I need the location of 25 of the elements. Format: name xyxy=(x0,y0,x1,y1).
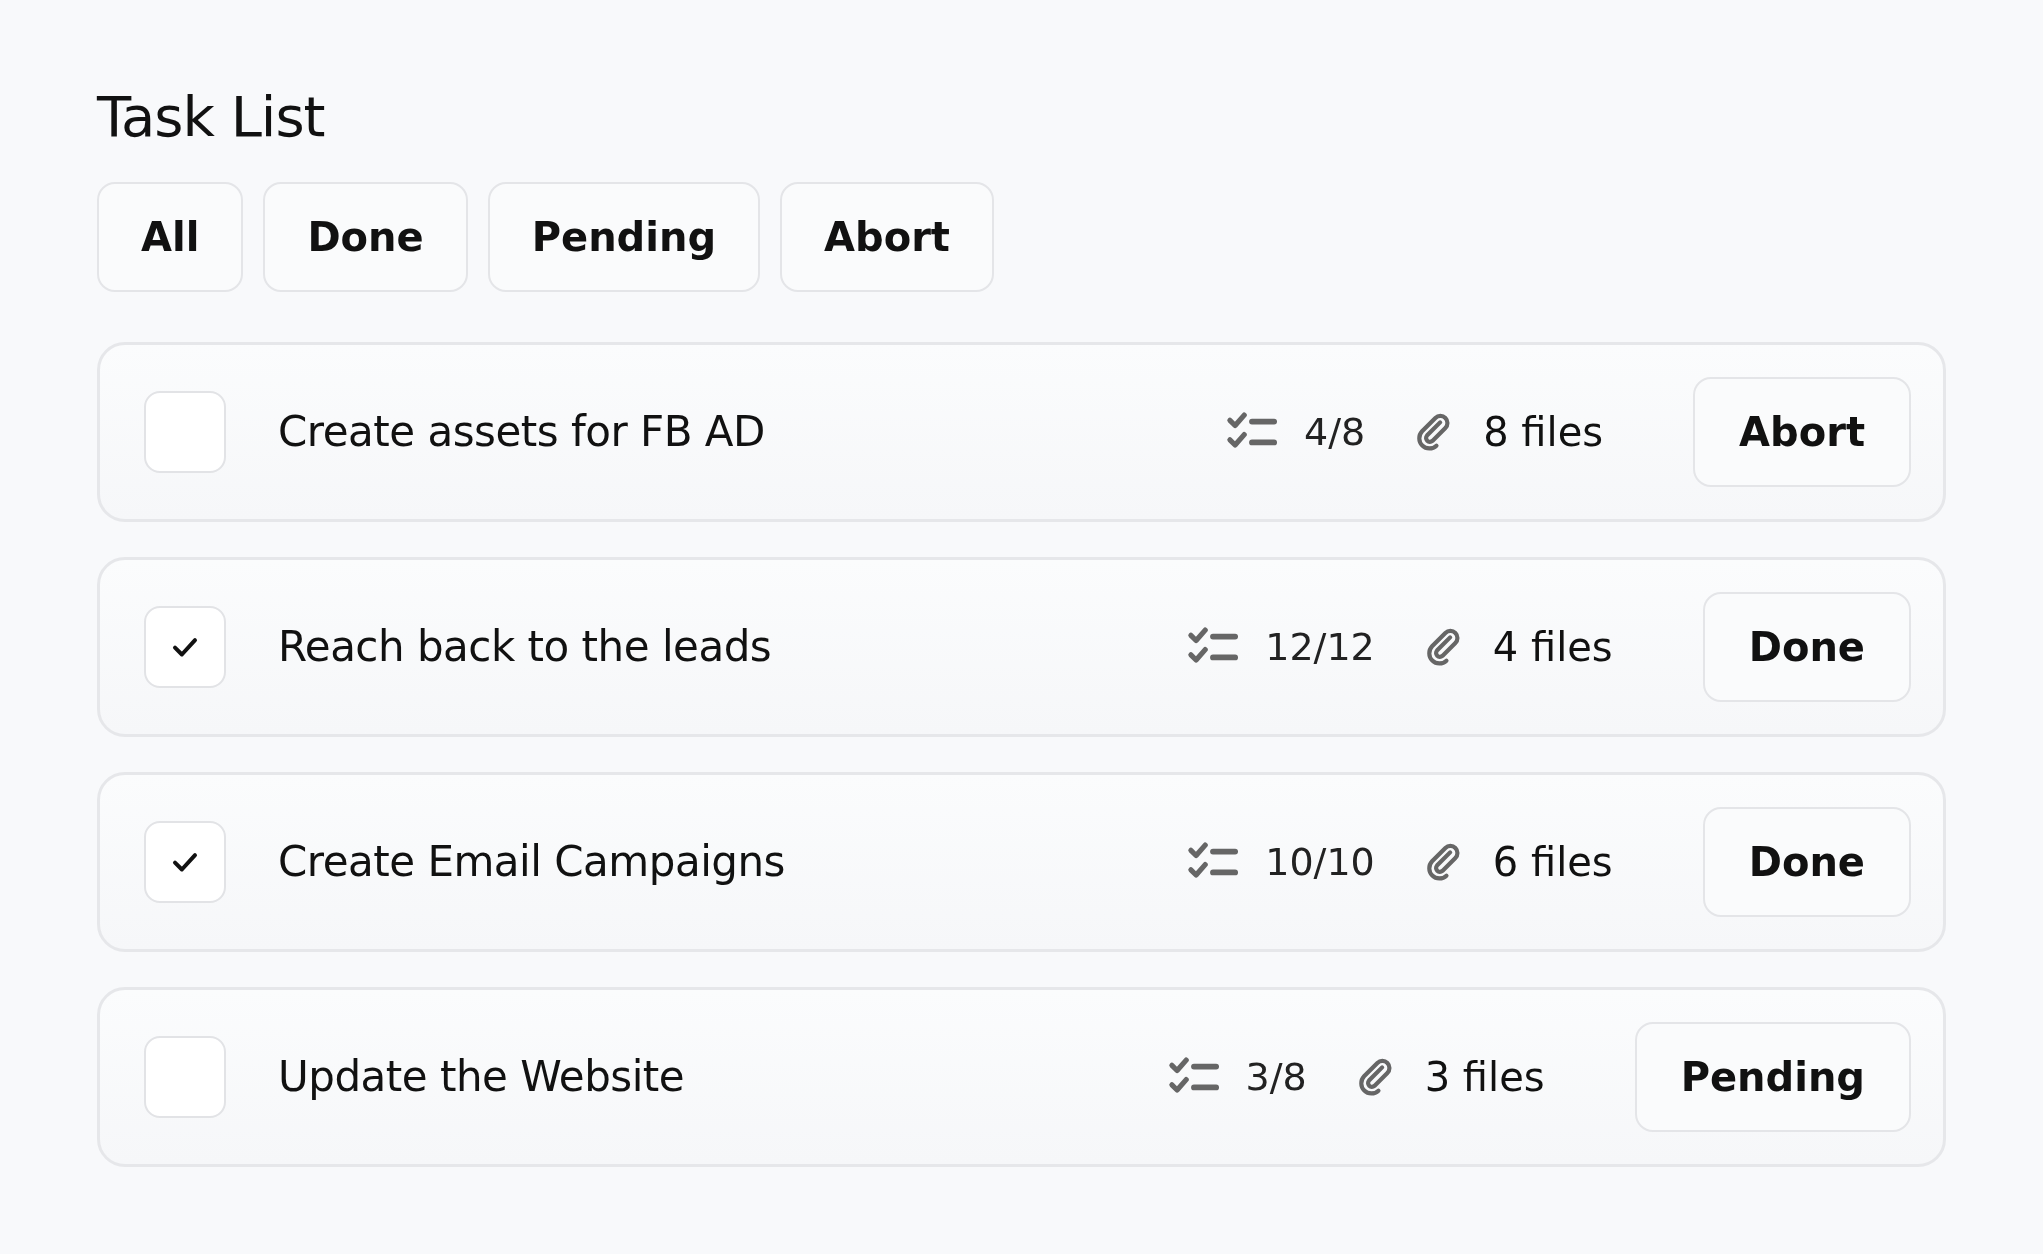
status-button[interactable]: Done xyxy=(1702,591,1911,702)
task-name: Update the Website xyxy=(278,1052,686,1102)
status-button[interactable]: Abort xyxy=(1693,376,1911,487)
subtask-count: 12/12 xyxy=(1265,624,1375,669)
checkbox[interactable] xyxy=(144,820,226,903)
status-button[interactable]: Done xyxy=(1702,806,1911,917)
subtask-count: 4/8 xyxy=(1304,409,1366,454)
checkbox[interactable] xyxy=(144,605,226,688)
task-name: Create Email Campaigns xyxy=(278,837,786,887)
checkbox[interactable] xyxy=(144,1035,226,1118)
subtask-count: 10/10 xyxy=(1265,839,1375,884)
task-name: Reach back to the leads xyxy=(278,622,773,672)
file-count: 6 files xyxy=(1492,838,1613,885)
checkbox[interactable] xyxy=(144,390,226,473)
file-count: 4 files xyxy=(1492,623,1613,670)
filter-button[interactable]: Pending xyxy=(487,181,761,292)
task-name: Create assets for FB AD xyxy=(278,407,766,457)
status-button[interactable]: Pending xyxy=(1634,1021,1911,1132)
file-count: 3 files xyxy=(1424,1053,1545,1100)
filter-button[interactable]: Done xyxy=(263,181,468,292)
subtask-count: 3/8 xyxy=(1245,1054,1307,1099)
file-count: 8 files xyxy=(1483,408,1604,455)
page-title: Task List xyxy=(97,86,326,148)
filter-button[interactable]: Abort xyxy=(780,181,994,292)
filter-button[interactable]: All xyxy=(97,181,244,292)
